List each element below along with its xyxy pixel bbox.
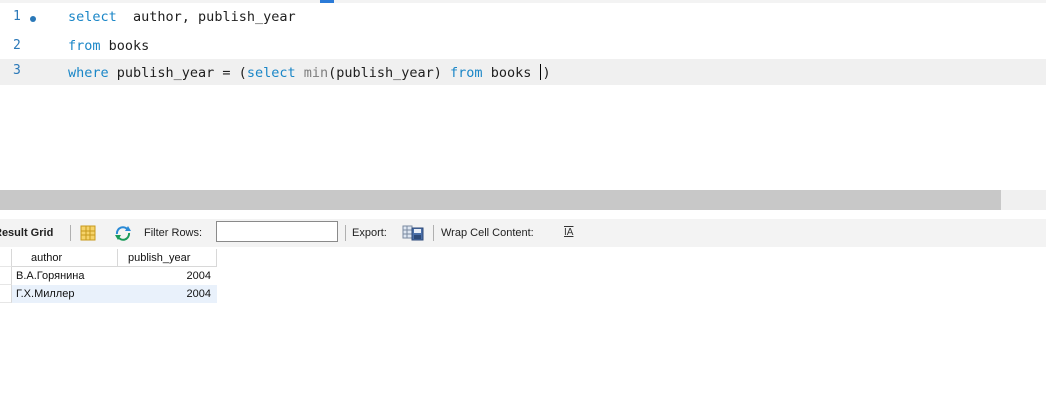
column-header-publish-year[interactable]: publish_year	[118, 249, 217, 267]
divider	[70, 225, 71, 241]
form-editor-icon[interactable]	[80, 225, 96, 244]
sql-editor[interactable]: 1 select author, publish_year 2 from boo…	[0, 3, 1046, 188]
row-header[interactable]	[0, 249, 12, 267]
code-text[interactable]: from books	[68, 38, 149, 54]
code-token: (publish_year)	[328, 65, 451, 81]
export-label: Export:	[352, 227, 387, 239]
keyword: select	[68, 9, 117, 25]
row-header[interactable]	[0, 267, 12, 285]
table-cell[interactable]: В.А.Горянина	[12, 267, 118, 285]
code-text[interactable]: select author, publish_year	[68, 9, 296, 25]
row-header[interactable]	[0, 285, 12, 303]
wrap-cell-toggle-icon[interactable]: IA	[564, 227, 573, 238]
editor-line-3[interactable]: 3 where publish_year = (select min(publi…	[0, 59, 1046, 85]
export-icon[interactable]	[402, 224, 424, 245]
result-grid-label[interactable]: Result Grid	[0, 227, 53, 239]
keyword: from	[68, 38, 101, 54]
code-token: author, publish_year	[116, 9, 296, 25]
table-cell[interactable]: 2004	[118, 267, 217, 285]
code-text[interactable]: where publish_year = (select min(publish…	[68, 64, 551, 81]
result-toolbar: Result Grid Filter Rows: Export: Wrap Ce…	[0, 219, 1046, 247]
line-number: 1	[13, 9, 21, 24]
divider	[433, 225, 434, 241]
line-number: 3	[13, 63, 21, 78]
keyword: select	[246, 65, 296, 81]
keyword: from	[450, 65, 483, 81]
horizontal-scrollbar[interactable]	[0, 190, 1001, 210]
table-cell[interactable]: 2004	[118, 285, 217, 303]
column-header-author[interactable]: author	[12, 249, 118, 267]
code-token: publish_year = (	[108, 65, 247, 81]
divider	[345, 225, 346, 241]
code-token: books	[100, 38, 150, 54]
table-cell[interactable]: Г.Х.Миллер	[12, 285, 118, 303]
filter-rows-label: Filter Rows:	[144, 227, 203, 239]
line-number: 2	[13, 38, 21, 53]
filter-rows-input[interactable]	[216, 221, 338, 242]
function-name: min	[303, 65, 329, 81]
refresh-icon[interactable]	[114, 225, 132, 244]
editor-line-2[interactable]: 2 from books	[0, 34, 1046, 58]
panel-splitter[interactable]	[0, 190, 1046, 210]
code-token: books	[482, 65, 540, 81]
editor-line-1[interactable]: 1 select author, publish_year	[0, 5, 1046, 29]
statement-marker-icon	[30, 16, 36, 22]
wrap-cell-content-label: Wrap Cell Content:	[441, 227, 534, 239]
keyword: where	[68, 65, 109, 81]
code-token: )	[542, 65, 551, 81]
